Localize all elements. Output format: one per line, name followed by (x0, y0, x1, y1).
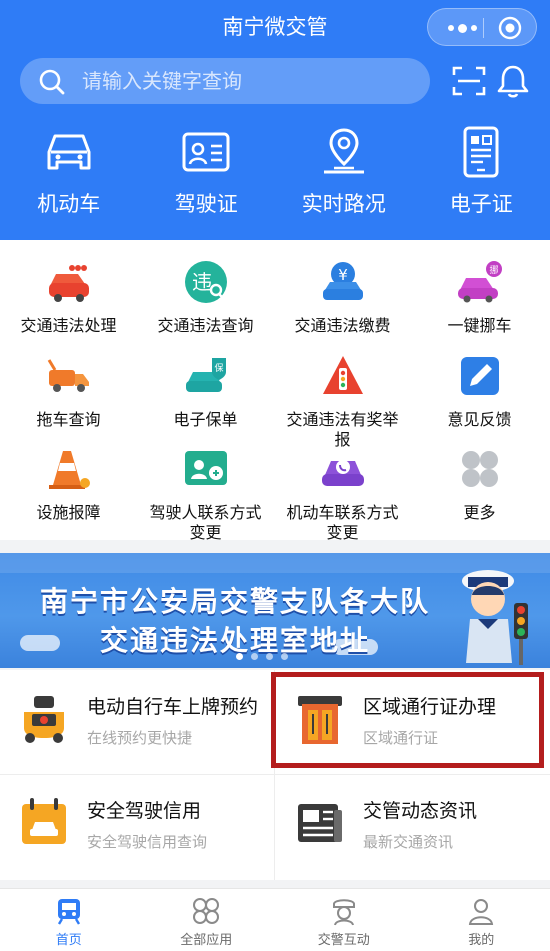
grid-item-label: 交通违法缴费 (294, 316, 391, 335)
cone-icon (48, 451, 90, 489)
top-nav-label: 电子证 (449, 192, 513, 216)
move-car-icon: 挪 (457, 261, 502, 303)
grid-item-label: 意见反馈 (447, 410, 512, 429)
card-subtitle: 安全驾驶信用查询 (87, 833, 208, 851)
grid-item-label-line2: 变更 (189, 523, 222, 542)
tab-label: 全部应用 (180, 933, 233, 948)
police-icon (332, 899, 355, 926)
top-nav-label: 驾驶证 (174, 192, 238, 216)
home-train-icon (57, 899, 80, 925)
grid-item-tow-query[interactable]: 拖车查询 (0, 352, 137, 430)
svg-text:挪: 挪 (489, 264, 498, 276)
search-input[interactable]: 请输入关键字查询 (20, 58, 430, 104)
top-nav-item-ecert[interactable]: 电子证 (413, 124, 550, 224)
top-nav-item-license[interactable]: 驾驶证 (138, 124, 276, 224)
app-page: 南宁微交管 请输入关键字查询 机动车 驾驶证 实时路况 电子证 交通违法处理 违… (0, 0, 550, 951)
top-nav: 机动车 驾驶证 实时路况 电子证 (0, 124, 550, 224)
tab-home[interactable]: 首页 (0, 889, 138, 951)
close-target-icon[interactable] (498, 16, 522, 40)
card-subtitle: 在线预约更快捷 (87, 729, 193, 747)
grid-item-violation-query[interactable]: 违 交通违法查询 (137, 258, 274, 336)
more-icon (461, 451, 498, 487)
grid-item-label: 更多 (463, 503, 496, 522)
capsule-divider (483, 18, 484, 38)
grid-item-label-line1: 交通违法有奖举 (286, 410, 399, 429)
grid-item-facility-report[interactable]: 设施报障 (0, 445, 137, 523)
card-title: 安全驾驶信用 (87, 800, 202, 822)
banner-line2: 交通违法处理室地址 (99, 624, 370, 657)
cards-divider-horizontal (0, 774, 550, 775)
banner-pagination (236, 653, 288, 660)
tab-mine[interactable]: 我的 (413, 889, 550, 951)
service-grid: 交通违法处理 违 交通违法查询 ¥ 交通违法缴费 挪 一键挪车 拖车查询 保 电… (0, 240, 550, 543)
grid-item-label-line2: 变更 (326, 523, 359, 542)
insurance-icon: 保 (185, 358, 226, 392)
card-title: 交管动态资讯 (363, 800, 478, 822)
promo-banner[interactable]: 南宁市公安局交警支队各大队 交通违法处理室地址 (0, 553, 550, 668)
tab-label: 交警互动 (317, 933, 370, 948)
highlight-box (271, 672, 544, 768)
car-contact-icon (321, 460, 364, 486)
bell-icon[interactable] (496, 63, 530, 99)
scan-icon[interactable] (452, 65, 486, 97)
car-icon (47, 134, 91, 170)
tab-police-interaction[interactable]: 交警互动 (275, 889, 413, 951)
news-icon (298, 804, 342, 842)
grid-item-car-contact[interactable]: 机动车联系方式 变更 (274, 445, 411, 543)
grid-item-label: 交通违法处理 (20, 316, 117, 335)
card-title: 电动自行车上牌预约 (87, 696, 259, 718)
svg-text:违: 违 (192, 270, 212, 294)
grid-item-label-line1: 机动车联系方式 (286, 503, 399, 522)
violation-search-icon: 违 (184, 261, 227, 303)
card-subtitle: 最新交通资讯 (363, 833, 454, 851)
svg-text:¥: ¥ (338, 266, 348, 284)
id-card-icon (182, 132, 230, 172)
top-nav-item-vehicle[interactable]: 机动车 (0, 124, 138, 224)
mini-program-capsule (427, 8, 537, 46)
top-nav-label: 实时路况 (301, 192, 386, 216)
card-ebike-plate[interactable]: 电动自行车上牌预约 在线预约更快捷 (0, 670, 270, 770)
grid-item-driver-contact[interactable]: 驾驶人联系方式 变更 (137, 445, 274, 543)
grid-item-label: 拖车查询 (36, 410, 101, 429)
grid-item-report-reward[interactable]: 交通违法有奖举 报 (274, 352, 411, 450)
card-safe-driving-credit[interactable]: 安全驾驶信用 安全驾驶信用查询 (0, 774, 270, 874)
card-traffic-news[interactable]: 交管动态资讯 最新交通资讯 (276, 774, 546, 874)
svg-text:保: 保 (214, 362, 223, 374)
grid-item-more[interactable]: 更多 (411, 445, 548, 523)
more-menu-icon[interactable] (442, 18, 482, 38)
calendar-car-icon (22, 798, 66, 844)
header: 南宁微交管 请输入关键字查询 机动车 驾驶证 实时路况 电子证 (0, 0, 550, 240)
tab-label: 我的 (468, 933, 495, 948)
red-car-icon (48, 265, 89, 302)
user-icon (469, 899, 494, 925)
apps-icon (193, 898, 220, 924)
tab-all-apps[interactable]: 全部应用 (138, 889, 276, 951)
grid-item-violation-pay[interactable]: ¥ 交通违法缴费 (274, 258, 411, 336)
yuan-car-icon: ¥ (322, 262, 363, 300)
grid-item-label: 一键挪车 (447, 316, 512, 335)
tab-label: 首页 (55, 933, 82, 948)
grid-item-move-car[interactable]: 挪 一键挪车 (411, 258, 548, 336)
feedback-icon (460, 357, 499, 395)
grid-item-label: 交通违法查询 (157, 316, 254, 335)
search-icon (39, 69, 65, 95)
ebike-icon (24, 696, 64, 743)
grid-item-violation-handle[interactable]: 交通违法处理 (0, 258, 137, 336)
bottom-tab-bar: 首页 全部应用 交警互动 我的 (0, 888, 550, 951)
top-nav-label: 机动车 (37, 192, 101, 216)
grid-item-label: 设施报障 (36, 503, 101, 522)
police-mascot-icon (462, 570, 528, 665)
traffic-light-icon (322, 356, 363, 394)
grid-item-feedback[interactable]: 意见反馈 (411, 352, 548, 430)
tow-truck-icon (47, 359, 89, 392)
grid-item-e-insurance[interactable]: 保 电子保单 (137, 352, 274, 430)
grid-item-label: 电子保单 (173, 410, 238, 429)
e-cert-icon (463, 126, 499, 178)
banner-line1: 南宁市公安局交警支队各大队 (39, 585, 430, 618)
location-icon (323, 128, 364, 174)
search-placeholder: 请输入关键字查询 (82, 69, 242, 93)
top-nav-item-traffic[interactable]: 实时路况 (275, 124, 413, 224)
grid-item-label-line1: 驾驶人联系方式 (149, 503, 262, 522)
driver-contact-icon (184, 451, 227, 485)
